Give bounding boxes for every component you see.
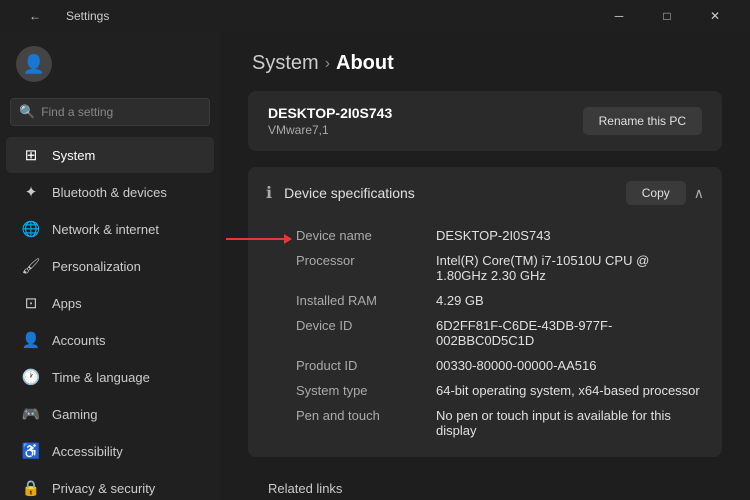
sidebar-search-container[interactable]: 🔍 (10, 98, 210, 126)
content-area: System › About DESKTOP-2I0S743 VMware7,1… (220, 32, 750, 500)
sidebar-item-accounts[interactable]: 👤 Accounts (6, 322, 214, 358)
spec-label: Processor (296, 253, 436, 268)
sidebar-item-label-personalization: Personalization (52, 259, 141, 274)
spec-value: DESKTOP-2I0S743 (436, 228, 702, 243)
sidebar-item-label-system: System (52, 148, 95, 163)
sidebar-item-label-network: Network & internet (52, 222, 159, 237)
sidebar-item-label-accounts: Accounts (52, 333, 105, 348)
sidebar-item-time[interactable]: 🕐 Time & language (6, 359, 214, 395)
system-icon: ⊞ (22, 146, 40, 164)
spec-row: System type 64-bit operating system, x64… (296, 378, 702, 403)
sidebar-item-system[interactable]: ⊞ System (6, 137, 214, 173)
apps-icon: ⊡ (22, 294, 40, 312)
accessibility-icon: ♿ (22, 442, 40, 460)
spec-row: Processor Intel(R) Core(TM) i7-10510U CP… (296, 248, 702, 288)
device-specs-section: ℹ Device specifications Copy ∧ Device na… (248, 167, 722, 457)
sidebar-item-bluetooth[interactable]: ✦ Bluetooth & devices (6, 174, 214, 210)
sidebar-item-label-bluetooth: Bluetooth & devices (52, 185, 167, 200)
sidebar-item-network[interactable]: 🌐 Network & internet (6, 211, 214, 247)
sidebar-item-accessibility[interactable]: ♿ Accessibility (6, 433, 214, 469)
time-icon: 🕐 (22, 368, 40, 386)
sidebar-item-gaming[interactable]: 🎮 Gaming (6, 396, 214, 432)
spec-row: Device name DESKTOP-2I0S743 (296, 223, 702, 248)
spec-value: Intel(R) Core(TM) i7-10510U CPU @ 1.80GH… (436, 253, 702, 283)
spec-label: Product ID (296, 358, 436, 373)
titlebar-title: Settings (66, 9, 109, 23)
sidebar-profile: 👤 (0, 32, 220, 92)
sidebar-item-label-apps: Apps (52, 296, 82, 311)
spec-label: Installed RAM (296, 293, 436, 308)
network-icon: 🌐 (22, 220, 40, 238)
search-icon: 🔍 (19, 104, 35, 120)
breadcrumb-parent: System (252, 52, 319, 75)
app-body: 👤 🔍 ⊞ System ✦ Bluetooth & devices 🌐 Net… (0, 32, 750, 500)
close-button[interactable]: ✕ (692, 0, 738, 32)
sidebar-item-label-gaming: Gaming (52, 407, 98, 422)
spec-row: Installed RAM 4.29 GB (296, 288, 702, 313)
pc-sub: VMware7,1 (268, 123, 392, 137)
device-specs-header[interactable]: ℹ Device specifications Copy ∧ (248, 167, 722, 219)
sidebar-item-personalization[interactable]: 🖌 Personalization (6, 248, 214, 284)
pc-name: DESKTOP-2I0S743 (268, 105, 392, 121)
related-links-section: Related links Domain or workgroupSystem … (248, 469, 722, 500)
info-icon: ℹ (266, 183, 272, 203)
device-specs-chevron: ∧ (694, 185, 704, 202)
spec-value: No pen or touch input is available for t… (436, 408, 702, 438)
sidebar-item-label-privacy: Privacy & security (52, 481, 155, 496)
privacy-icon: 🔒 (22, 479, 40, 497)
minimize-button[interactable]: ─ (596, 0, 642, 32)
titlebar-left: ← Settings (12, 0, 109, 32)
sidebar-item-apps[interactable]: ⊡ Apps (6, 285, 214, 321)
arrow-annotation (226, 238, 286, 240)
maximize-button[interactable]: □ (644, 0, 690, 32)
device-specs-title: Device specifications (284, 185, 415, 201)
spec-label: System type (296, 383, 436, 398)
device-specs-table: Device name DESKTOP-2I0S743 Processor In… (248, 219, 722, 457)
sidebar-item-label-time: Time & language (52, 370, 150, 385)
pc-name-card: DESKTOP-2I0S743 VMware7,1 Rename this PC (248, 91, 722, 151)
breadcrumb: System › About (220, 32, 750, 91)
spec-label: Pen and touch (296, 408, 436, 423)
sidebar: 👤 🔍 ⊞ System ✦ Bluetooth & devices 🌐 Net… (0, 32, 220, 500)
spec-value: 6D2FF81F-C6DE-43DB-977F-002BBC0D5C1D (436, 318, 702, 348)
rename-pc-button[interactable]: Rename this PC (583, 107, 702, 135)
gaming-icon: 🎮 (22, 405, 40, 423)
titlebar-controls: ─ □ ✕ (596, 0, 738, 32)
spec-value: 00330-80000-00000-AA516 (436, 358, 702, 373)
titlebar: ← Settings ─ □ ✕ (0, 0, 750, 32)
spec-row: Product ID 00330-80000-00000-AA516 (296, 353, 702, 378)
breadcrumb-sep: › (325, 55, 330, 73)
device-specs-copy-button[interactable]: Copy (626, 181, 686, 205)
sidebar-item-label-accessibility: Accessibility (52, 444, 123, 459)
spec-value: 64-bit operating system, x64-based proce… (436, 383, 702, 398)
accounts-icon: 👤 (22, 331, 40, 349)
spec-row: Device ID 6D2FF81F-C6DE-43DB-977F-002BBC… (296, 313, 702, 353)
avatar: 👤 (16, 46, 52, 82)
sidebar-item-privacy[interactable]: 🔒 Privacy & security (6, 470, 214, 500)
spec-label: Device name (296, 228, 436, 243)
page-title: About (336, 52, 394, 75)
bluetooth-icon: ✦ (22, 183, 40, 201)
personalization-icon: 🖌 (22, 257, 40, 275)
spec-row: Pen and touch No pen or touch input is a… (296, 403, 702, 443)
pc-info: DESKTOP-2I0S743 VMware7,1 (268, 105, 392, 137)
related-links-label: Related links (268, 481, 342, 496)
spec-label: Device ID (296, 318, 436, 333)
search-input[interactable] (41, 105, 201, 119)
spec-value: 4.29 GB (436, 293, 702, 308)
back-button[interactable]: ← (12, 0, 58, 32)
sidebar-nav: ⊞ System ✦ Bluetooth & devices 🌐 Network… (0, 134, 220, 500)
